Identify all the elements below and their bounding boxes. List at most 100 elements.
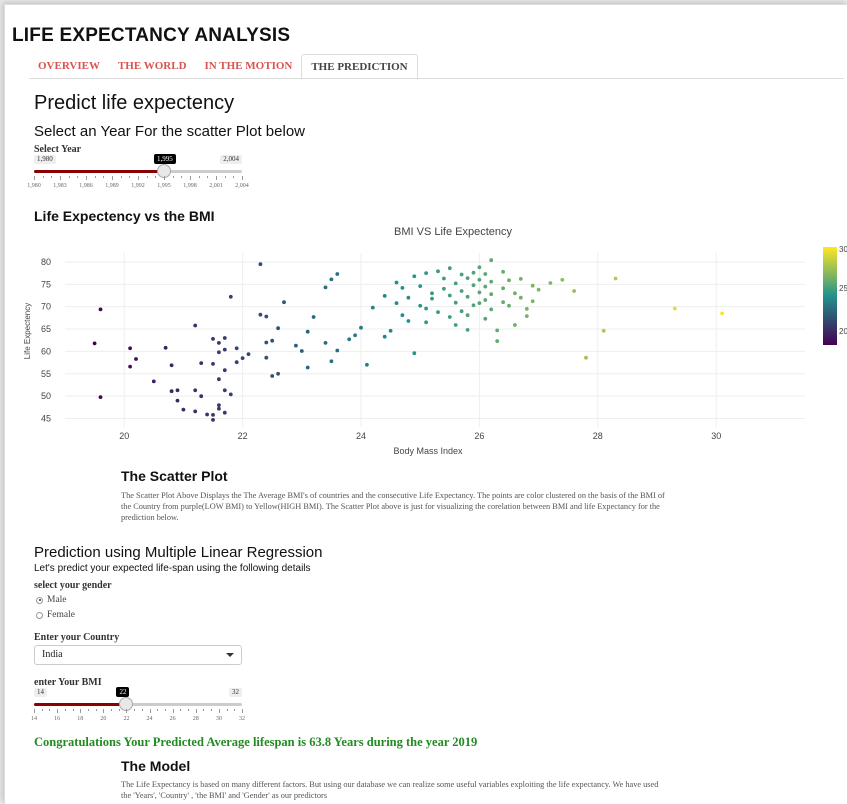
chart-points bbox=[92, 258, 724, 422]
x-tick-label: 24 bbox=[356, 431, 366, 441]
model-heading: The Model bbox=[121, 758, 191, 774]
data-point bbox=[234, 360, 239, 365]
year-slider[interactable]: 1,980 2,004 1,995 1,980 1,983 1,986 1,989 1,… bbox=[27, 154, 249, 199]
x-axis-label: Body Mass Index bbox=[393, 446, 463, 456]
data-point bbox=[530, 299, 535, 304]
data-point bbox=[282, 300, 286, 305]
data-point bbox=[222, 347, 227, 352]
tab-divider bbox=[29, 78, 844, 79]
data-point bbox=[400, 286, 405, 290]
data-point bbox=[483, 272, 488, 276]
tab-overview[interactable]: OVERVIEW bbox=[29, 54, 109, 78]
year-slider-tick bbox=[94, 176, 96, 178]
data-point bbox=[465, 328, 470, 332]
year-slider-tick bbox=[77, 176, 79, 178]
data-point bbox=[199, 394, 204, 399]
bmi-slider-tick bbox=[118, 709, 120, 711]
bmi-slider-tick-label: 18 bbox=[77, 716, 84, 722]
data-point bbox=[513, 323, 517, 327]
country-select[interactable]: India bbox=[34, 645, 242, 665]
year-slider-tick-label: 1,998 bbox=[183, 183, 197, 189]
year-slider-tick bbox=[120, 176, 122, 178]
data-point bbox=[459, 289, 464, 293]
data-point bbox=[483, 316, 488, 321]
data-point bbox=[424, 271, 428, 275]
data-point bbox=[299, 349, 304, 353]
year-slider-tick bbox=[155, 176, 157, 178]
year-slider-value: 1,995 bbox=[154, 154, 176, 164]
scatter-text-heading: The Scatter Plot bbox=[121, 468, 228, 484]
x-tick-label: 30 bbox=[711, 431, 721, 441]
data-point bbox=[507, 303, 511, 308]
data-point bbox=[507, 278, 511, 283]
data-point bbox=[211, 413, 215, 417]
bmi-slider-tick bbox=[195, 709, 197, 713]
data-point bbox=[495, 339, 500, 343]
data-point bbox=[483, 284, 488, 289]
radio-male[interactable] bbox=[36, 596, 43, 604]
data-point bbox=[222, 368, 227, 373]
bmi-slider-tick bbox=[157, 709, 159, 711]
data-point bbox=[548, 281, 553, 285]
data-point bbox=[424, 306, 428, 311]
bmi-slider-fill bbox=[34, 703, 127, 706]
data-point bbox=[175, 388, 180, 393]
gender-option-female[interactable]: Female bbox=[36, 610, 75, 620]
data-point bbox=[453, 323, 458, 327]
bmi-slider-tick bbox=[57, 709, 59, 713]
data-point bbox=[276, 371, 280, 376]
year-slider-tick bbox=[172, 176, 174, 178]
year-slider-tick bbox=[164, 176, 165, 180]
gender-label: select your gender bbox=[34, 580, 112, 591]
data-point bbox=[489, 292, 494, 297]
bmi-slider-tick bbox=[103, 709, 105, 713]
data-point bbox=[222, 410, 227, 415]
data-point bbox=[193, 323, 198, 328]
data-point bbox=[465, 276, 470, 280]
bmi-slider-tick-label: 16 bbox=[54, 716, 61, 722]
data-point bbox=[335, 272, 340, 276]
data-point bbox=[382, 294, 387, 298]
year-slider-tick bbox=[224, 176, 226, 178]
data-point bbox=[453, 281, 458, 286]
bmi-slider-tick-label: 22 bbox=[123, 716, 130, 722]
data-point bbox=[211, 337, 215, 341]
radio-female[interactable] bbox=[36, 611, 43, 619]
year-slider-tick bbox=[207, 176, 209, 178]
tab-in-the-motion[interactable]: IN THE MOTION bbox=[196, 54, 302, 78]
data-point bbox=[584, 355, 588, 360]
bmi-slider-tick-label: 28 bbox=[192, 716, 199, 722]
y-tick-label: 50 bbox=[41, 391, 51, 401]
colorbar bbox=[823, 247, 837, 345]
gender-option-male[interactable]: Male bbox=[36, 595, 67, 605]
bmi-slider-tick bbox=[34, 709, 35, 713]
bmi-slider-tick bbox=[111, 709, 113, 711]
scatter-chart: BMI VS Life Expectency 45 50 55 60 65 70 75 80 2… bbox=[23, 226, 847, 456]
data-point bbox=[264, 340, 269, 345]
bmi-slider-tick bbox=[203, 709, 205, 711]
data-point bbox=[311, 315, 316, 319]
data-point bbox=[205, 412, 210, 417]
data-point bbox=[483, 298, 488, 302]
year-slider-tick-label: 1,986 bbox=[79, 183, 93, 189]
data-point bbox=[222, 336, 227, 340]
year-slider-tick-label: 1,980 bbox=[27, 183, 41, 189]
data-point bbox=[400, 313, 405, 318]
year-slider-tick bbox=[60, 176, 61, 180]
data-point bbox=[459, 309, 464, 314]
data-point bbox=[388, 328, 393, 333]
data-point bbox=[193, 409, 198, 414]
bmi-slider-tick bbox=[72, 709, 74, 711]
model-body: The Life Expectancy is based on many dif… bbox=[121, 780, 659, 800]
tab-the-world[interactable]: THE WORLD bbox=[109, 54, 196, 78]
bmi-slider-value: 22 bbox=[116, 687, 130, 697]
prediction-subheading: Let's predict your expected life-span us… bbox=[34, 563, 311, 574]
radio-male-label: Male bbox=[47, 595, 67, 605]
data-point bbox=[572, 289, 576, 293]
y-tick-label: 55 bbox=[41, 369, 51, 379]
data-point bbox=[264, 355, 269, 360]
tab-the-prediction[interactable]: THE PREDICTION bbox=[301, 54, 418, 80]
chart-title: BMI VS Life Expectency bbox=[394, 226, 512, 238]
year-label: Select Year bbox=[34, 144, 82, 155]
bmi-slider[interactable]: 14 32 22 14 16 18 20 22 24 26 28 30 32 bbox=[31, 687, 246, 732]
